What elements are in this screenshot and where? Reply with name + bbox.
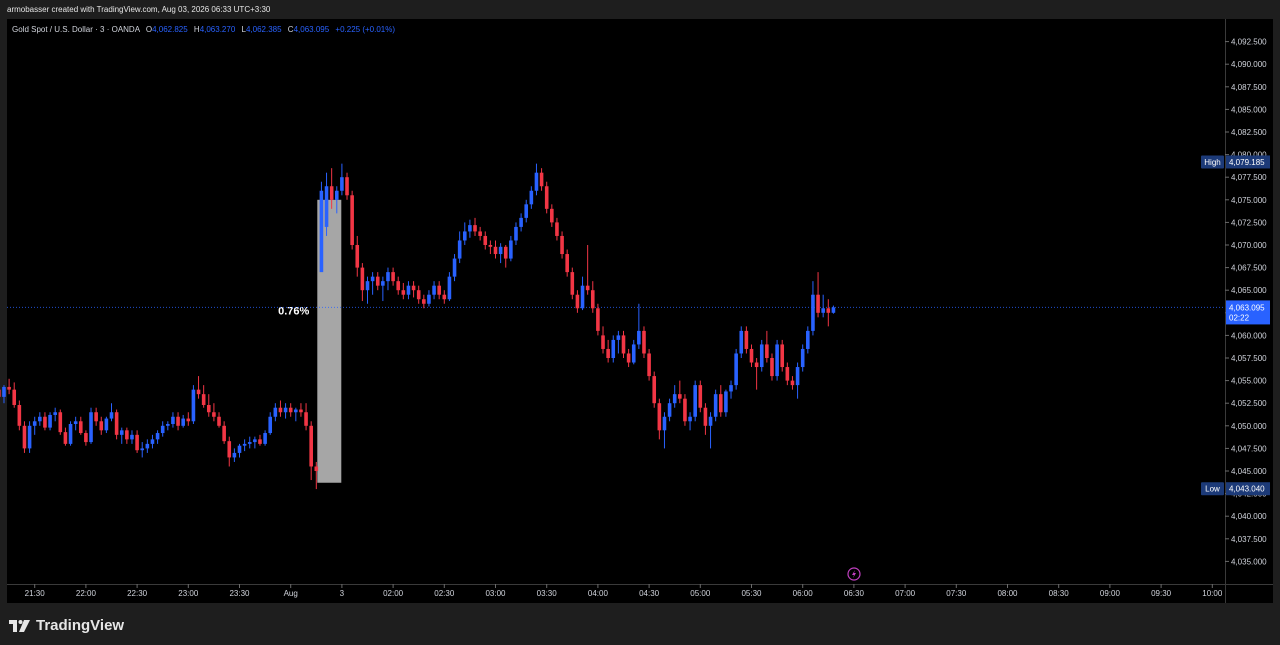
credit-text: armobasser created with TradingView.com,…	[7, 5, 271, 14]
price-axis[interactable]	[1225, 19, 1274, 584]
axis-corner	[1225, 584, 1274, 604]
tradingview-logo[interactable]: TradingView	[9, 617, 124, 634]
candle-body	[2, 386, 6, 397]
open-value: 4,062.825	[152, 25, 188, 34]
candle	[2, 385, 6, 404]
close-value: 4,063.095	[293, 25, 330, 34]
chart-legend: Gold Spot / U.S. Dollar · 3 · OANDA O4,0…	[12, 25, 395, 34]
footer: TradingView	[0, 603, 1280, 645]
high-value: 4,063.270	[199, 25, 236, 34]
change-value: +0.225 (+0.01%)	[335, 25, 396, 34]
tradingview-brand-text: TradingView	[36, 617, 125, 634]
tradingview-logo-icon	[9, 619, 30, 632]
low-value: 4,062.385	[245, 25, 282, 34]
right-frame	[1273, 19, 1280, 603]
candle	[0, 389, 1, 397]
time-axis[interactable]	[7, 584, 1225, 604]
top-bar: armobasser created with TradingView.com,…	[0, 0, 1280, 19]
candle-body	[0, 389, 1, 397]
chart-area[interactable]	[7, 19, 1225, 584]
symbol-title: Gold Spot / U.S. Dollar · 3 · OANDA	[12, 25, 140, 34]
